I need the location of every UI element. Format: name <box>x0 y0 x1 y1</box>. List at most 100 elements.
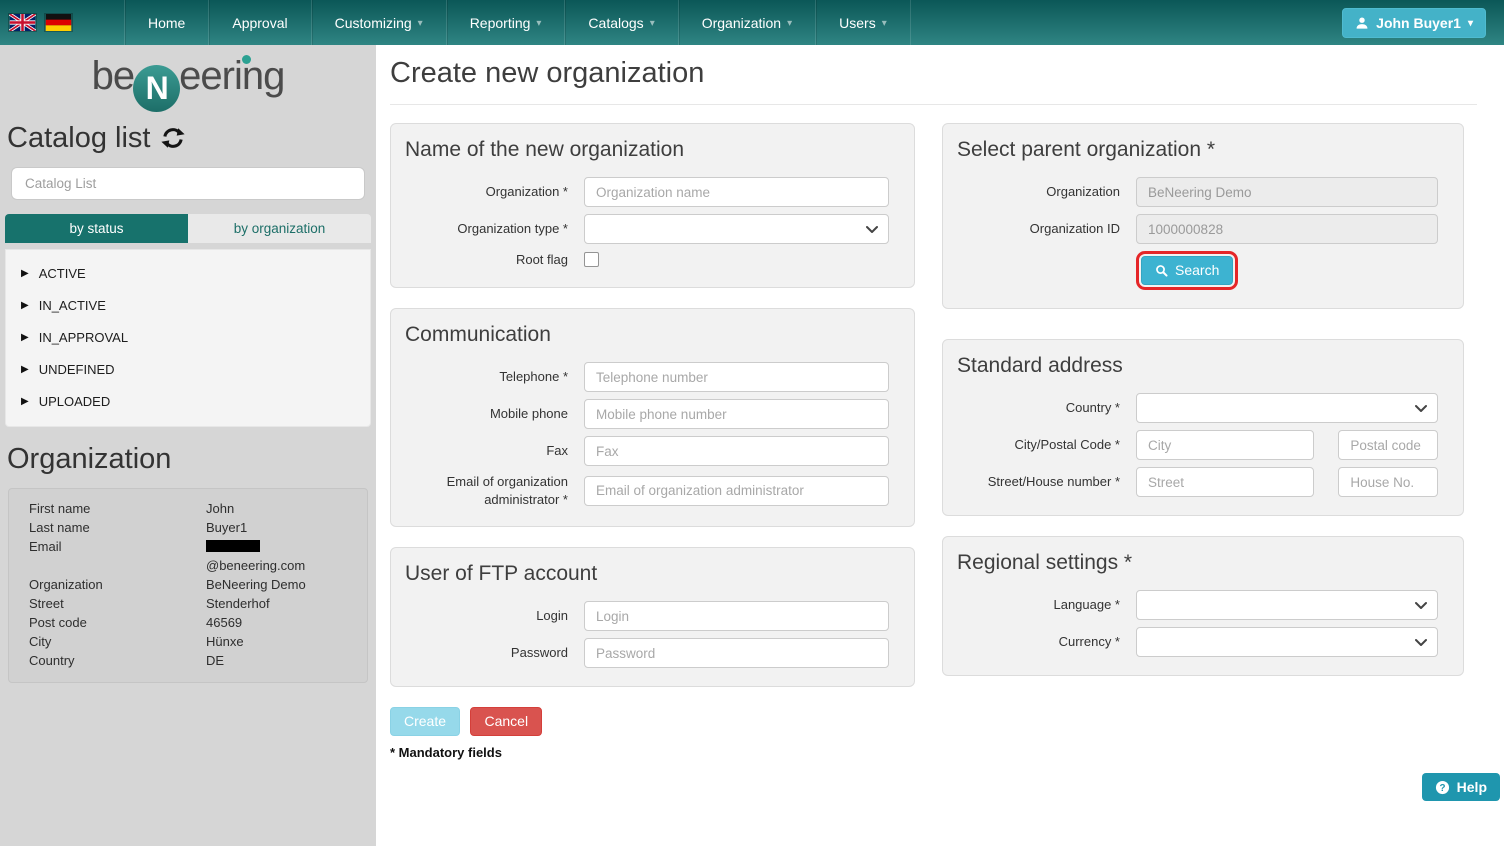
org-row-post-code: Post code46569 <box>29 613 347 632</box>
search-parent-button[interactable]: Search <box>1141 256 1233 285</box>
panel-standard-address: Standard address Country * City/Postal C… <box>942 339 1464 516</box>
admin-email-label: Email of organization administrator * <box>403 473 584 508</box>
street-house-label: Street/House number * <box>955 473 1136 491</box>
caret-down-icon: ▾ <box>1468 18 1473 29</box>
telephone-input[interactable] <box>584 362 889 392</box>
redacted-email-box <box>206 540 260 552</box>
nav-customizing[interactable]: Customizing▾ <box>311 0 446 45</box>
parent-organization-input <box>1136 177 1438 207</box>
org-row-first-name: First nameJohn <box>29 499 347 518</box>
ftp-password-input[interactable] <box>584 638 889 668</box>
panel-regional-settings: Regional settings * Language * Currency … <box>942 536 1464 676</box>
status-item-active[interactable]: ▶ACTIVE <box>21 258 355 290</box>
user-icon <box>1355 16 1369 30</box>
organization-type-select[interactable] <box>584 214 889 244</box>
question-mark-icon: ? <box>1435 780 1450 795</box>
germany-flag-icon[interactable] <box>45 14 72 31</box>
catalog-search-input[interactable] <box>11 167 365 200</box>
beneering-logo: beNeering <box>0 50 376 112</box>
mobile-phone-input[interactable] <box>584 399 889 429</box>
status-item-in-active[interactable]: ▶IN_ACTIVE <box>21 290 355 322</box>
street-input[interactable] <box>1136 467 1314 497</box>
status-item-uploaded[interactable]: ▶UPLOADED <box>21 386 355 418</box>
tab-by-organization[interactable]: by organization <box>188 214 371 243</box>
nav-reporting[interactable]: Reporting▾ <box>446 0 565 45</box>
caret-down-icon: ▾ <box>787 18 792 29</box>
catalog-list-title: Catalog list <box>7 122 376 155</box>
caret-down-icon: ▾ <box>536 18 541 29</box>
fax-input[interactable] <box>584 436 889 466</box>
organization-label: Organization * <box>403 183 584 201</box>
triangle-right-icon: ▶ <box>21 396 29 407</box>
org-row-last-name: Last nameBuyer1 <box>29 518 347 537</box>
form-actions: Create Cancel <box>390 707 915 736</box>
main-content: Create new organization Name of the new … <box>376 45 1504 846</box>
organization-type-label: Organization type * <box>403 220 584 238</box>
panel-ftp-account: User of FTP account Login Password <box>390 547 915 687</box>
triangle-right-icon: ▶ <box>21 332 29 343</box>
logo-n-circle: N <box>133 65 180 112</box>
chevron-down-icon <box>1415 404 1427 413</box>
status-item-in-approval[interactable]: ▶IN_APPROVAL <box>21 322 355 354</box>
city-input[interactable] <box>1136 430 1314 460</box>
create-button[interactable]: Create <box>390 707 460 736</box>
uk-flag-icon[interactable] <box>9 14 36 31</box>
caret-down-icon: ▾ <box>418 18 423 29</box>
org-row-organization: OrganizationBeNeering Demo <box>29 575 347 594</box>
cancel-button[interactable]: Cancel <box>470 707 542 736</box>
page-title: Create new organization <box>390 57 1477 105</box>
tab-by-status[interactable]: by status <box>5 214 188 243</box>
triangle-right-icon: ▶ <box>21 268 29 279</box>
chevron-down-icon <box>866 225 878 234</box>
fax-label: Fax <box>403 442 584 460</box>
currency-select[interactable] <box>1136 627 1438 657</box>
refresh-icon[interactable] <box>161 126 185 150</box>
admin-email-input[interactable] <box>584 476 889 506</box>
svg-text:?: ? <box>1439 782 1445 793</box>
triangle-right-icon: ▶ <box>21 364 29 375</box>
parent-organization-id-label: Organization ID <box>955 220 1136 238</box>
organization-name-input[interactable] <box>584 177 889 207</box>
user-menu-button[interactable]: John Buyer1 ▾ <box>1342 8 1486 38</box>
org-row-country: CountryDE <box>29 651 347 670</box>
language-label: Language * <box>955 596 1136 614</box>
city-postal-label: City/Postal Code * <box>955 436 1136 454</box>
organization-section-title: Organization <box>7 443 376 476</box>
nav-users[interactable]: Users▾ <box>815 0 911 45</box>
language-select[interactable] <box>1136 590 1438 620</box>
triangle-right-icon: ▶ <box>21 300 29 311</box>
postal-code-input[interactable] <box>1338 430 1438 460</box>
ftp-password-label: Password <box>403 644 584 662</box>
nav-organization[interactable]: Organization▾ <box>678 0 815 45</box>
catalog-tabs: by status by organization <box>5 214 371 243</box>
panel-communication: Communication Telephone * Mobile phone F… <box>390 308 915 527</box>
country-select[interactable] <box>1136 393 1438 423</box>
help-button[interactable]: ? Help <box>1422 773 1500 801</box>
ftp-login-input[interactable] <box>584 601 889 631</box>
mobile-phone-label: Mobile phone <box>403 405 584 423</box>
annotation-highlight-ring: Search <box>1136 251 1238 290</box>
organization-info-panel: First nameJohn Last nameBuyer1 Email@ben… <box>8 488 368 683</box>
parent-organization-label: Organization <box>955 183 1136 201</box>
status-list: ▶ACTIVE ▶IN_ACTIVE ▶IN_APPROVAL ▶UNDEFIN… <box>5 249 371 427</box>
telephone-label: Telephone * <box>403 368 584 386</box>
nav-catalogs[interactable]: Catalogs▾ <box>564 0 677 45</box>
currency-label: Currency * <box>955 633 1136 651</box>
panel-name-of-organization: Name of the new organization Organizatio… <box>390 123 915 288</box>
main-nav: Home Approval Customizing▾ Reporting▾ Ca… <box>124 0 911 45</box>
status-item-undefined[interactable]: ▶UNDEFINED <box>21 354 355 386</box>
caret-down-icon: ▾ <box>882 18 887 29</box>
parent-organization-id-input <box>1136 214 1438 244</box>
root-flag-checkbox[interactable] <box>584 252 599 267</box>
nav-approval[interactable]: Approval <box>208 0 310 45</box>
root-flag-label: Root flag <box>403 251 584 269</box>
mandatory-fields-note: * Mandatory fields <box>390 745 915 760</box>
country-label: Country * <box>955 399 1136 417</box>
org-row-email: Email@beneering.com <box>29 537 347 575</box>
nav-home[interactable]: Home <box>124 0 208 45</box>
search-icon <box>1155 264 1168 277</box>
ftp-login-label: Login <box>403 607 584 625</box>
sidebar: beNeering Catalog list by status by orga… <box>0 45 376 846</box>
house-number-input[interactable] <box>1338 467 1438 497</box>
chevron-down-icon <box>1415 601 1427 610</box>
